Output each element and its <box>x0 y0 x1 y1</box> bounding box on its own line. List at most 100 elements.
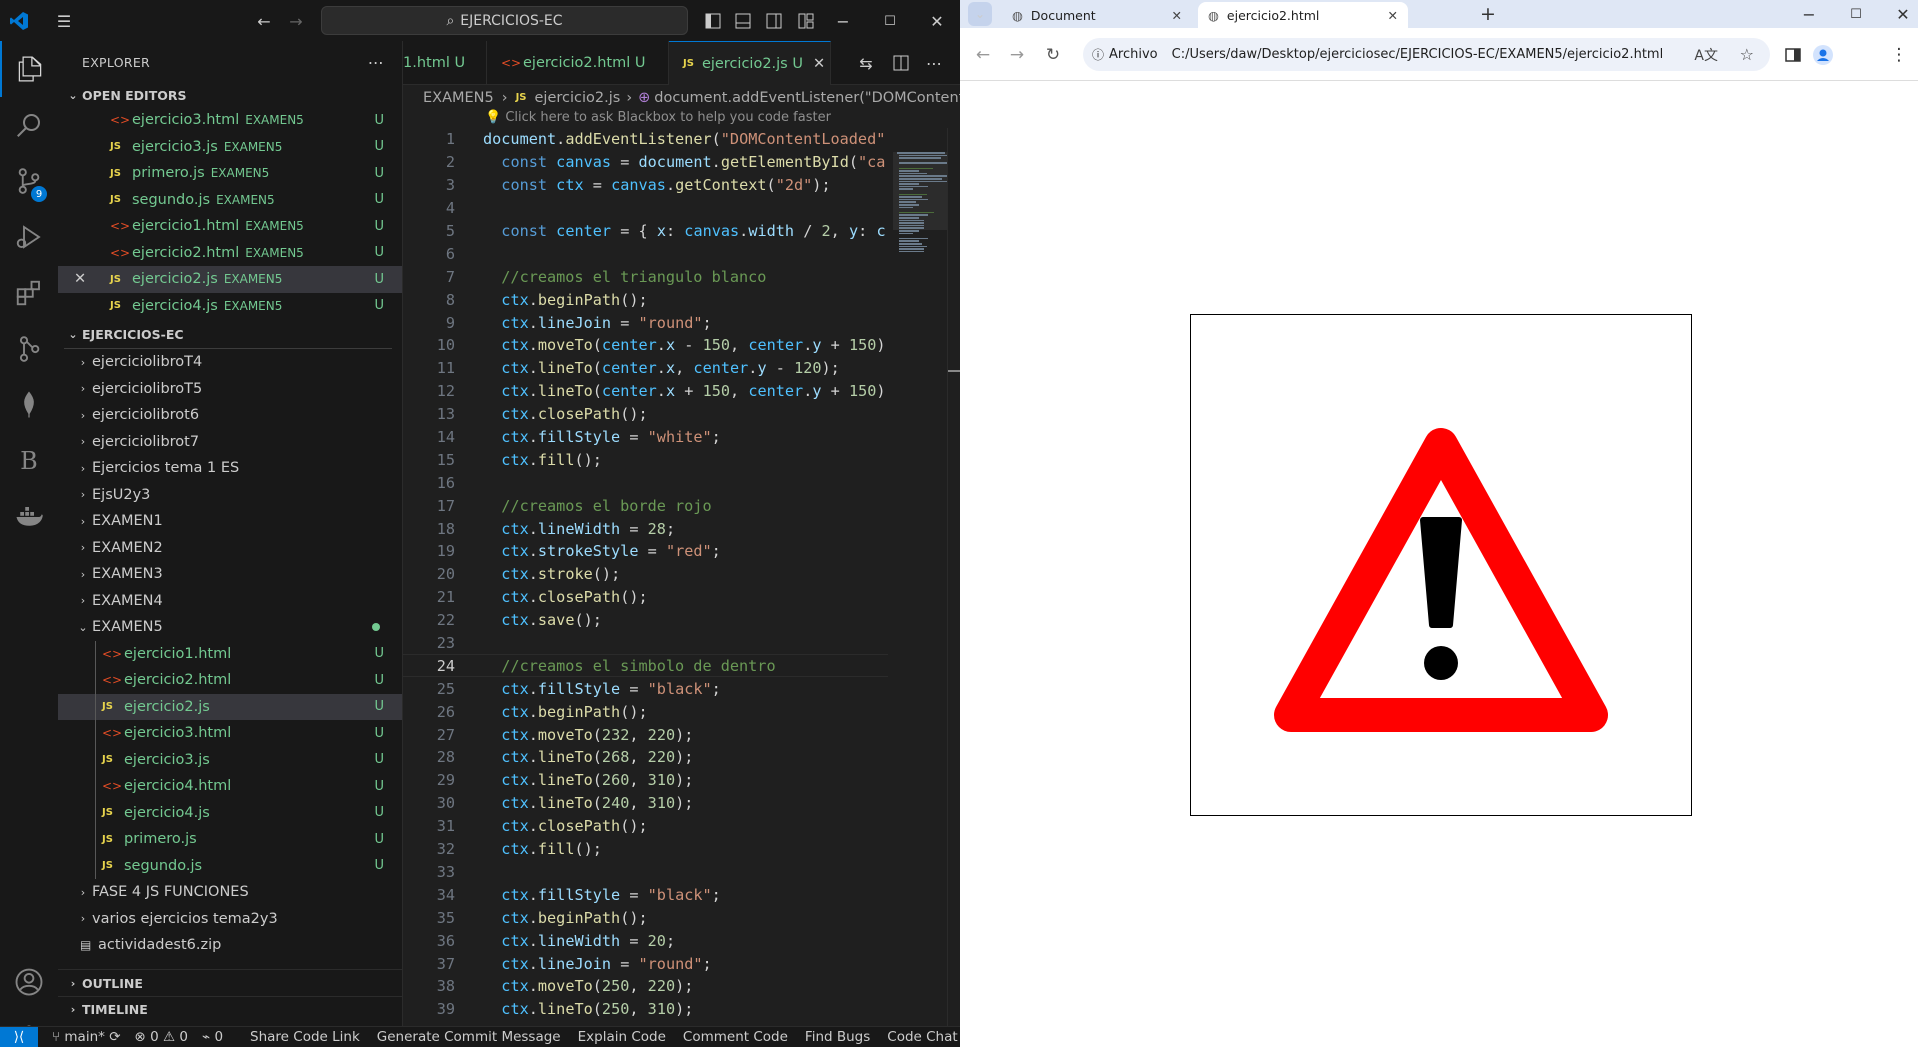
status-item[interactable]: Share Code Link <box>250 1029 360 1045</box>
close-tab-icon[interactable]: ✕ <box>813 56 825 72</box>
code-line[interactable]: 26 ctx.beginPath(); <box>403 700 888 723</box>
file-item[interactable]: JS ejercicio2.js U <box>58 693 402 720</box>
status-item[interactable]: Find Bugs <box>805 1029 870 1045</box>
folder-item[interactable]: ⌄ EXAMEN5 <box>58 614 402 641</box>
folder-item[interactable]: › EXAMEN3 <box>58 561 402 588</box>
site-info-chip[interactable]: ⓘ Archivo <box>1092 46 1158 63</box>
code-line[interactable]: 37 ctx.lineJoin = "round"; <box>403 952 888 975</box>
code-line[interactable]: 5 const center = { x: canvas.width / 2, … <box>403 220 888 243</box>
code-line[interactable]: 32 ctx.fill(); <box>403 838 888 861</box>
new-tab-icon[interactable]: + <box>1477 3 1499 25</box>
code-line[interactable]: 1 document.addEventListener("DOMContentLo… <box>403 128 888 151</box>
folder-item[interactable]: › ejerciciolibroT5 <box>58 376 402 403</box>
open-editor-item[interactable]: JS ejercicio4.js EXAMEN5 U <box>58 293 402 320</box>
extensions-icon[interactable] <box>0 265 58 321</box>
status-item[interactable]: Explain Code <box>578 1029 666 1045</box>
folder-item[interactable]: › EXAMEN4 <box>58 588 402 615</box>
open-editor-item[interactable]: ✕ JS ejercicio2.js EXAMEN5 U <box>58 266 402 293</box>
breadcrumb-folder[interactable]: EXAMEN5 <box>423 90 494 106</box>
forward-icon[interactable]: → <box>1006 44 1028 66</box>
open-editor-item[interactable]: JS segundo.js EXAMEN5 U <box>58 187 402 214</box>
code-line[interactable]: 25 ctx.fillStyle = "black"; <box>403 677 888 700</box>
file-item[interactable]: JS segundo.js U <box>58 852 402 879</box>
forward-arrow-icon[interactable]: → <box>285 10 307 32</box>
file-item[interactable]: JS primero.js U <box>58 826 402 853</box>
split-editor-icon[interactable] <box>890 52 912 74</box>
folder-item[interactable]: › EXAMEN1 <box>58 508 402 535</box>
close-window-icon[interactable]: ✕ <box>1892 3 1914 25</box>
code-line[interactable]: 16 <box>403 471 888 494</box>
code-editor[interactable]: 1 document.addEventListener("DOMContentLo… <box>403 128 888 1021</box>
maximize-icon[interactable]: ☐ <box>879 10 901 32</box>
close-tab-icon[interactable]: ✕ <box>1388 8 1398 23</box>
close-window-icon[interactable]: ✕ <box>926 10 948 32</box>
github-icon[interactable] <box>0 321 58 377</box>
file-item[interactable]: <> ejercicio3.html U <box>58 720 402 747</box>
file-item[interactable]: ▤ actividadest6.zip <box>58 932 402 959</box>
code-line[interactable]: 12 ctx.lineTo(center.x + 150, center.y +… <box>403 380 888 403</box>
back-icon[interactable]: ← <box>972 44 994 66</box>
source-control-icon[interactable]: 9 <box>0 153 58 209</box>
outline-section[interactable]: › OUTLINE <box>58 970 402 996</box>
open-editor-item[interactable]: <> ejercicio1.html EXAMEN5 U <box>58 213 402 240</box>
browser-menu-icon[interactable]: ⋮ <box>1888 44 1910 66</box>
side-panel-icon[interactable] <box>1782 44 1804 66</box>
code-line[interactable]: 30 ctx.lineTo(240, 310); <box>403 792 888 815</box>
code-line[interactable]: 19 ctx.strokeStyle = "red"; <box>403 540 888 563</box>
minimap[interactable] <box>893 152 948 262</box>
close-tab-icon[interactable]: ✕ <box>1172 8 1182 23</box>
code-line[interactable]: 27 ctx.moveTo(232, 220); <box>403 723 888 746</box>
branch-indicator[interactable]: ⑂ main* ⟳ <box>52 1029 121 1045</box>
status-item[interactable]: Comment Code <box>683 1029 788 1045</box>
folder-item[interactable]: › ejerciciolibrot6 <box>58 402 402 429</box>
file-item[interactable]: JS ejercicio4.js U <box>58 799 402 826</box>
code-line[interactable]: 17 //creamos el borde rojo <box>403 494 888 517</box>
workspace-section[interactable]: ⌄ EJERCICIOS-EC <box>58 322 402 346</box>
tab-ejercicio2-js[interactable]: JS ejercicio2.js U ✕ <box>669 41 831 85</box>
code-line[interactable]: 11 ctx.lineTo(center.x, center.y - 120); <box>403 357 888 380</box>
more-actions-icon[interactable]: ⋯ <box>368 53 384 72</box>
explorer-icon[interactable] <box>0 41 58 97</box>
search-icon[interactable] <box>0 97 58 153</box>
customize-layout-icon[interactable] <box>795 10 817 32</box>
code-line[interactable]: 24 //creamos el simbolo de dentro <box>403 654 888 678</box>
toggle-secondary-sidebar-icon[interactable] <box>763 10 785 32</box>
maximize-icon[interactable]: ☐ <box>1845 3 1867 25</box>
reload-icon[interactable]: ↻ <box>1042 44 1064 66</box>
toggle-panel-icon[interactable] <box>732 10 754 32</box>
code-line[interactable]: 9 ctx.lineJoin = "round"; <box>403 311 888 334</box>
docker-icon[interactable] <box>0 489 58 545</box>
code-line[interactable]: 36 ctx.lineWidth = 20; <box>403 929 888 952</box>
code-line[interactable]: 15 ctx.fill(); <box>403 448 888 471</box>
code-line[interactable]: 34 ctx.fillStyle = "black"; <box>403 883 888 906</box>
open-editors-section[interactable]: ⌄ OPEN EDITORS <box>58 83 402 107</box>
minimize-icon[interactable]: − <box>1798 3 1820 25</box>
tab-ejercicio2-html[interactable]: <> ejercicio2.html U <box>487 41 669 85</box>
blackbox-icon[interactable]: B <box>0 433 58 489</box>
editor-more-actions-icon[interactable]: ⋯ <box>923 52 945 74</box>
file-item[interactable]: <> ejercicio1.html U <box>58 640 402 667</box>
code-line[interactable]: 20 ctx.stroke(); <box>403 563 888 586</box>
mongodb-leaf-icon[interactable] <box>0 377 58 433</box>
code-line[interactable]: 28 ctx.lineTo(268, 220); <box>403 746 888 769</box>
code-line[interactable]: 39 ctx.lineTo(250, 310); <box>403 998 888 1021</box>
folder-item[interactable]: › ejerciciolibrot7 <box>58 429 402 456</box>
code-line[interactable]: 35 ctx.beginPath(); <box>403 906 888 929</box>
timeline-section[interactable]: › TIMELINE <box>58 996 402 1022</box>
back-arrow-icon[interactable]: ← <box>253 10 275 32</box>
code-line[interactable]: 22 ctx.save(); <box>403 609 888 632</box>
status-item[interactable]: Code Chat <box>887 1029 957 1045</box>
tab-ejercicio1-html[interactable]: 1.html U <box>403 41 487 85</box>
run-debug-icon[interactable] <box>0 209 58 265</box>
profile-avatar[interactable] <box>1812 44 1834 66</box>
browser-tab-document[interactable]: ◍ Document ✕ <box>1002 2 1192 28</box>
compare-changes-icon[interactable]: ⇆ <box>855 52 877 74</box>
browser-tab-ejercicio2[interactable]: ◍ ejercicio2.html ✕ <box>1198 2 1408 28</box>
toggle-sidebar-icon[interactable] <box>702 10 724 32</box>
folder-item[interactable]: › EXAMEN2 <box>58 535 402 562</box>
open-editor-item[interactable]: <> ejercicio2.html EXAMEN5 U <box>58 240 402 267</box>
code-line[interactable]: 4 <box>403 197 888 220</box>
file-item[interactable]: <> ejercicio2.html U <box>58 667 402 694</box>
menu-icon[interactable]: ☰ <box>53 10 75 32</box>
folder-item[interactable]: › EjsU2y3 <box>58 482 402 509</box>
